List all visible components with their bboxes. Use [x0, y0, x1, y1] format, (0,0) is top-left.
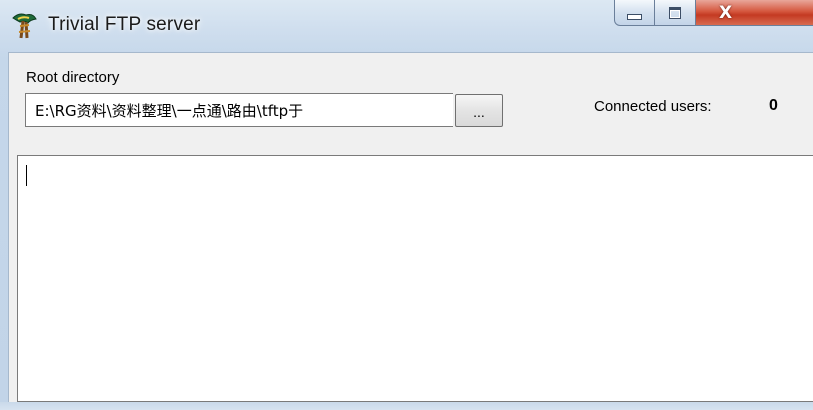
log-textarea[interactable] — [17, 155, 813, 402]
maximize-button[interactable] — [655, 0, 696, 26]
root-directory-value: E:\RG资料\资料整理\一点通\路由\tftp于 — [35, 101, 304, 120]
close-icon: X — [718, 2, 733, 23]
root-directory-label: Root directory — [26, 69, 120, 86]
title-bar[interactable]: Trivial FTP server X — [0, 0, 813, 50]
window-title: Trivial FTP server — [48, 14, 201, 35]
connected-users-label: Connected users: — [594, 98, 712, 115]
tftp-app-icon — [9, 11, 39, 41]
maximize-icon — [669, 6, 681, 19]
caption-buttons: X — [614, 0, 813, 26]
minimize-icon — [627, 13, 642, 20]
browse-button[interactable]: ... — [455, 94, 503, 127]
app-window: Trivial FTP server X Root directory E:\R… — [0, 0, 813, 410]
close-button[interactable]: X — [696, 0, 813, 26]
text-caret — [26, 165, 27, 186]
root-directory-field[interactable]: E:\RG资料\资料整理\一点通\路由\tftp于 — [25, 93, 453, 127]
connected-users-count: 0 — [769, 97, 778, 114]
minimize-button[interactable] — [614, 0, 655, 26]
window-bottom-frame — [0, 402, 813, 410]
